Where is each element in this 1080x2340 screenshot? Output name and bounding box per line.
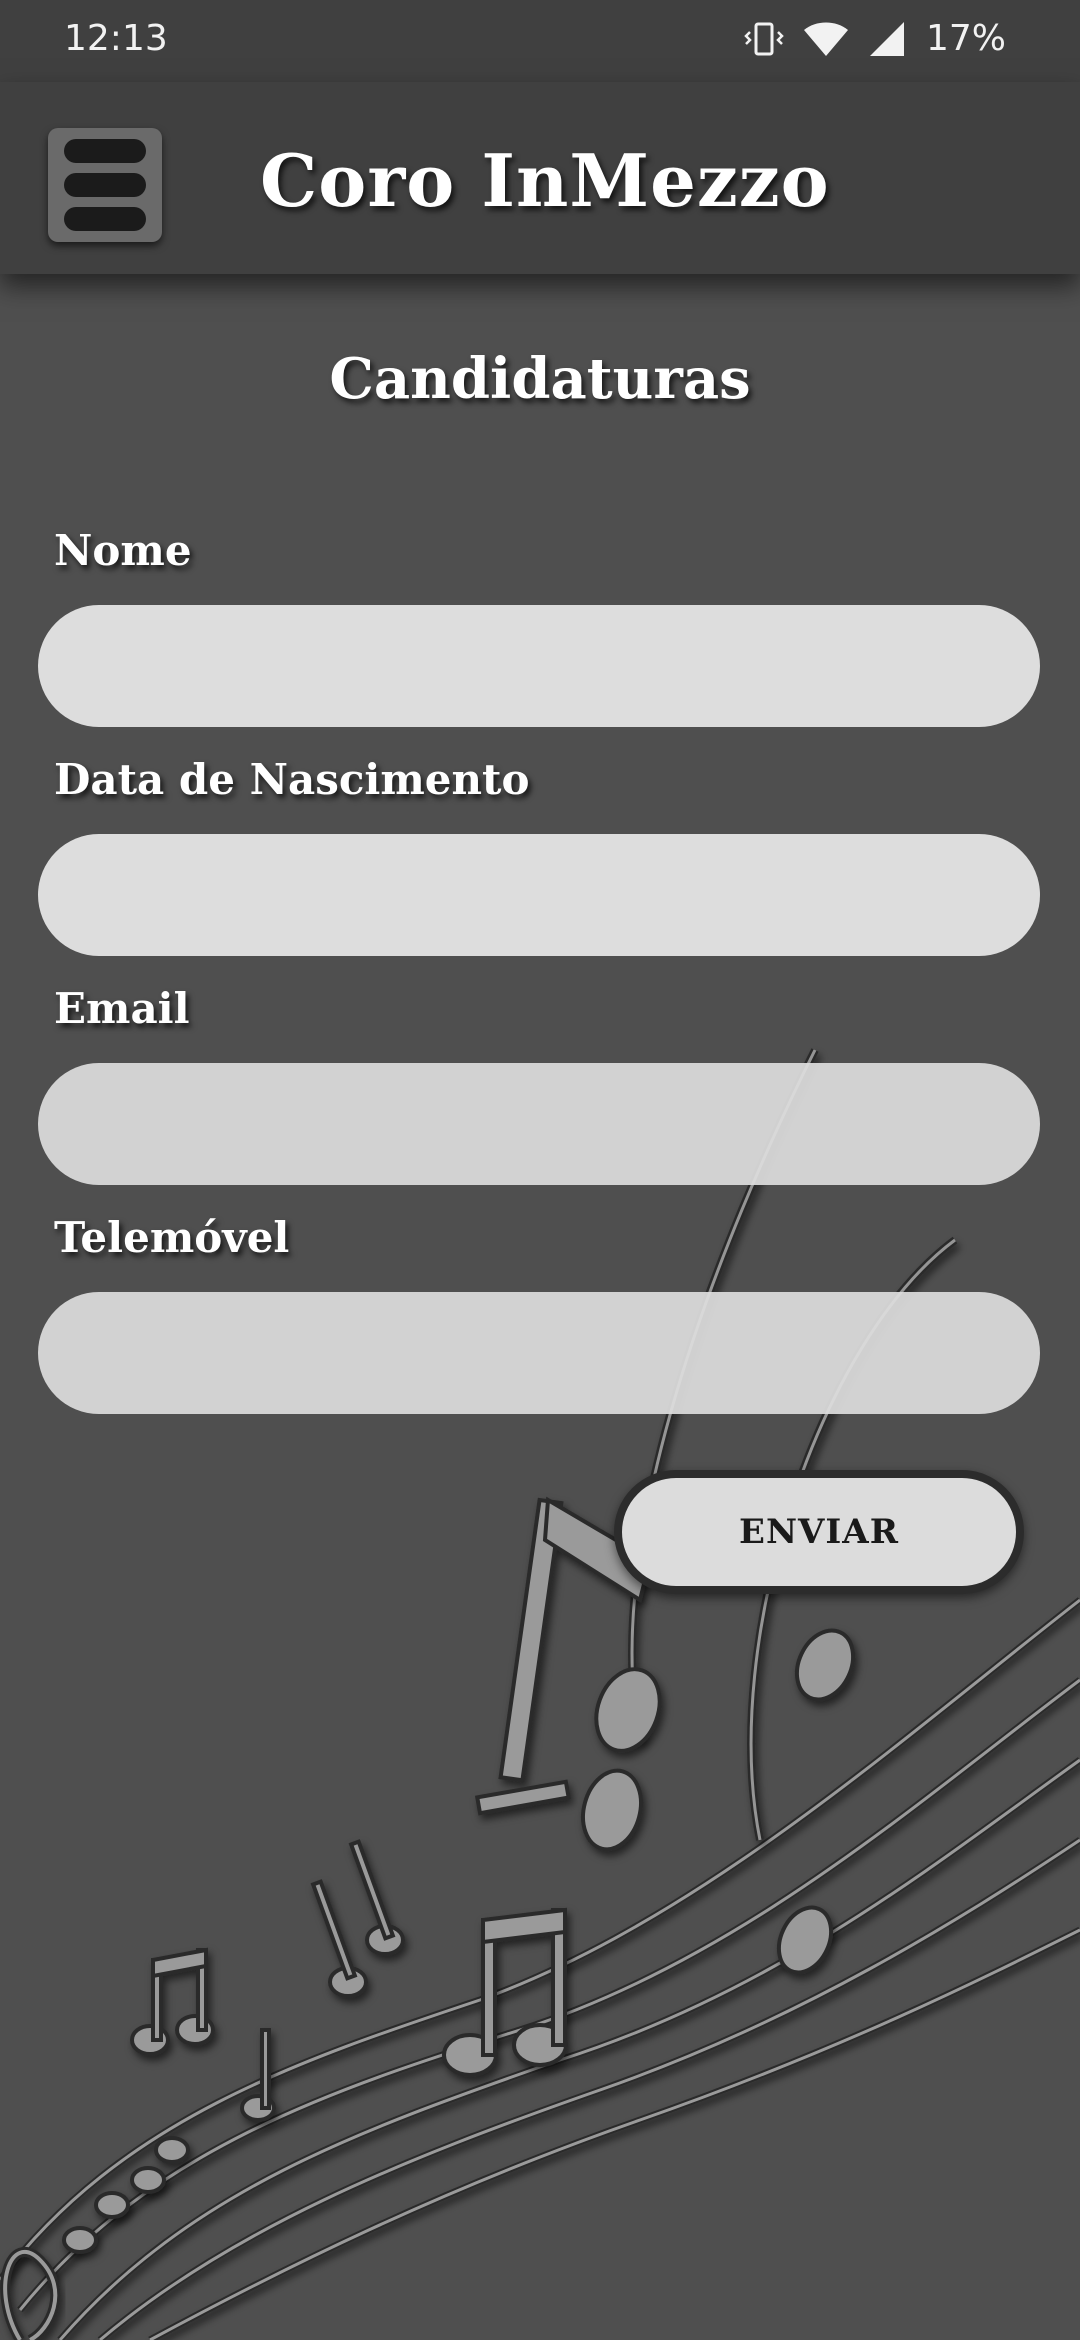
phone-input[interactable] <box>38 1292 1040 1414</box>
status-icons: 17% <box>744 18 1006 59</box>
menu-line <box>64 207 146 231</box>
status-time: 12:13 <box>64 18 168 59</box>
vibrate-icon <box>744 20 784 58</box>
cellular-signal-icon <box>868 20 908 58</box>
birthdate-label: Data de Nascimento <box>54 755 530 804</box>
menu-line <box>64 173 146 197</box>
status-bar: 12:13 17% <box>0 0 1080 82</box>
battery-percent: 17% <box>925 18 1006 59</box>
app-title: Coro InMezzo <box>260 138 830 223</box>
submit-button[interactable]: ENVIAR <box>614 1470 1024 1594</box>
hamburger-menu-icon[interactable] <box>48 128 162 242</box>
wifi-icon <box>802 20 850 58</box>
email-input[interactable] <box>38 1063 1040 1185</box>
email-label: Email <box>54 984 190 1033</box>
page-title: Candidaturas <box>329 346 751 412</box>
app-bar: Coro InMezzo <box>0 82 1080 274</box>
name-input[interactable] <box>38 605 1040 727</box>
birthdate-input[interactable] <box>38 834 1040 956</box>
phone-label: Telemóvel <box>54 1213 290 1262</box>
menu-line <box>64 139 146 163</box>
name-label: Nome <box>54 526 192 575</box>
